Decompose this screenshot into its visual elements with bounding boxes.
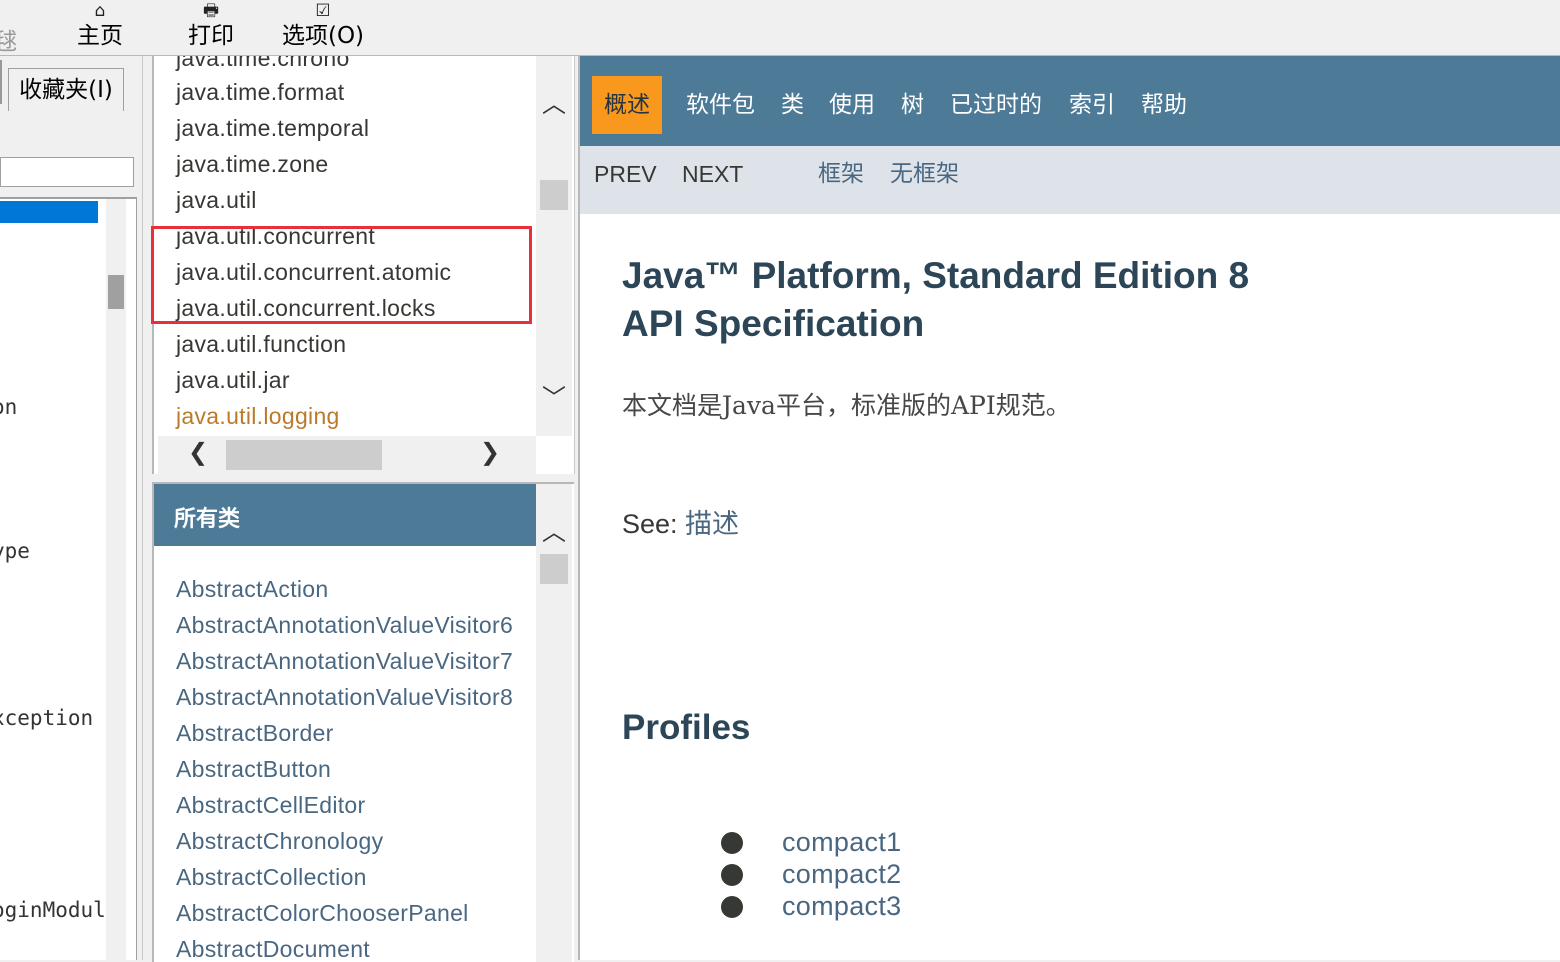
left-list-item[interactable]: xception xyxy=(0,706,93,730)
nav-tree[interactable]: 树 xyxy=(901,76,924,134)
nav-class[interactable]: 类 xyxy=(781,76,804,134)
package-scrollbar-thumb[interactable] xyxy=(540,180,568,210)
bullet-icon xyxy=(721,896,743,918)
all-classes-header: 所有类 xyxy=(154,484,536,546)
print-button[interactable]: 🖶 打印 xyxy=(180,0,242,55)
profile-link[interactable]: compact1 xyxy=(782,827,901,858)
class-link[interactable]: AbstractAction xyxy=(176,576,329,603)
nav-deprecated[interactable]: 已过时的 xyxy=(950,76,1042,134)
package-horizontal-scrollbar[interactable]: ❮ ❯ xyxy=(158,436,536,474)
top-nav-bar: 概述 软件包 类 使用 树 已过时的 索引 帮助 xyxy=(580,56,1560,146)
classes-scrollbar-thumb[interactable] xyxy=(540,554,568,584)
toolbar: 毬 ⌂ 主页 🖶 打印 ☑ 选项(O) xyxy=(0,0,1560,56)
nav-index[interactable]: 索引 xyxy=(1069,76,1115,134)
home-icon: ⌂ xyxy=(94,1,106,21)
nav-package[interactable]: 软件包 xyxy=(686,76,755,134)
print-button-label: 打印 xyxy=(188,23,234,49)
bullet-icon xyxy=(721,864,743,886)
home-button-label: 主页 xyxy=(77,23,123,49)
selected-list-item[interactable] xyxy=(0,201,98,223)
options-button[interactable]: ☑ 选项(O) xyxy=(278,0,368,55)
left-topic-list: on ype xception oginModul xyxy=(0,197,137,960)
left-nav-pane: 收藏夹(I) on ype xception oginModul xyxy=(0,56,143,960)
class-link[interactable]: AbstractBorder xyxy=(176,720,334,747)
left-scrollbar[interactable] xyxy=(106,199,126,960)
package-link[interactable]: java.util.jar xyxy=(176,367,290,394)
nav-overview[interactable]: 概述 xyxy=(592,76,662,134)
scroll-right-icon[interactable]: ❯ xyxy=(480,438,500,466)
left-scrollbar-thumb[interactable] xyxy=(108,275,124,309)
see-label: See: xyxy=(622,509,686,539)
sub-nav-bar: Prev Next 框架 无框架 xyxy=(580,146,1560,214)
class-link[interactable]: AbstractCellEditor xyxy=(176,792,365,819)
scroll-up-icon[interactable]: ︿ xyxy=(542,512,566,547)
search-input[interactable] xyxy=(0,157,134,187)
left-list-item[interactable]: ype xyxy=(0,539,30,563)
package-hscroll-thumb[interactable] xyxy=(226,440,382,470)
classes-scrollbar[interactable]: ︿ xyxy=(536,484,572,962)
package-link[interactable]: java.util.function xyxy=(176,331,346,358)
options-icon: ☑ xyxy=(315,1,331,21)
left-list-item[interactable]: oginModul xyxy=(0,898,106,922)
class-link[interactable]: AbstractAnnotationValueVisitor8 xyxy=(176,684,513,711)
bullet-icon xyxy=(721,832,743,854)
package-scrollbar[interactable]: ︿ ﹀ xyxy=(536,56,572,436)
options-button-label: 选项(O) xyxy=(281,23,365,49)
class-link[interactable]: AbstractChronology xyxy=(176,828,383,855)
class-link[interactable]: AbstractDocument xyxy=(176,936,370,962)
page-title: Java™ Platform, Standard Edition 8 API S… xyxy=(622,252,1382,348)
page-title-line2: API Specification xyxy=(622,303,925,344)
profiles-heading: Profiles xyxy=(622,708,751,747)
see-description-link[interactable]: 描述 xyxy=(685,509,739,540)
profile-link[interactable]: compact2 xyxy=(782,859,901,890)
frames-link[interactable]: 框架 xyxy=(818,146,864,202)
see-line: See: 描述 xyxy=(622,502,739,541)
highlight-annotation-box xyxy=(151,226,532,324)
page-title-line1: Java™ Platform, Standard Edition 8 xyxy=(622,255,1250,296)
class-link[interactable]: AbstractColorChooserPanel xyxy=(176,900,469,927)
tab-favorites[interactable]: 收藏夹(I) xyxy=(8,68,124,111)
class-link[interactable]: AbstractCollection xyxy=(176,864,367,891)
nav-use[interactable]: 使用 xyxy=(829,76,875,134)
printer-icon: 🖶 xyxy=(202,1,220,21)
nav-help[interactable]: 帮助 xyxy=(1141,76,1187,134)
package-link[interactable]: java.time.format xyxy=(176,79,344,106)
prev-link[interactable]: Prev xyxy=(594,146,657,202)
package-link[interactable]: java.time.zone xyxy=(176,151,329,178)
content-frame: 概述 软件包 类 使用 树 已过时的 索引 帮助 Prev Next 框架 无框… xyxy=(578,56,1560,960)
scroll-down-icon[interactable]: ﹀ xyxy=(542,378,566,413)
left-list-item[interactable]: on xyxy=(0,395,17,419)
home-button[interactable]: ⌂ 主页 xyxy=(70,0,130,55)
scroll-up-icon[interactable]: ︿ xyxy=(542,84,566,119)
profile-link[interactable]: compact3 xyxy=(782,891,901,922)
package-link[interactable]: java.time.temporal xyxy=(176,115,369,142)
package-link-visited[interactable]: java.util.logging xyxy=(176,403,340,430)
package-link[interactable]: java.time.chrono xyxy=(176,56,350,72)
class-link[interactable]: AbstractAnnotationValueVisitor6 xyxy=(176,612,513,639)
page-description: 本文档是Java平台，标准版的API规范。 xyxy=(622,391,1071,420)
all-classes-pane: 所有类 AbstractAction AbstractAnnotationVal… xyxy=(152,482,574,962)
next-link[interactable]: Next xyxy=(682,146,743,202)
class-link[interactable]: AbstractButton xyxy=(176,756,331,783)
package-link[interactable]: java.util xyxy=(176,187,257,214)
scroll-left-icon[interactable]: ❮ xyxy=(188,438,208,466)
class-link[interactable]: AbstractAnnotationValueVisitor7 xyxy=(176,648,513,675)
toolbar-cut-label: 毬 xyxy=(0,29,17,55)
tab-separator xyxy=(0,60,2,104)
no-frames-link[interactable]: 无框架 xyxy=(890,146,959,202)
